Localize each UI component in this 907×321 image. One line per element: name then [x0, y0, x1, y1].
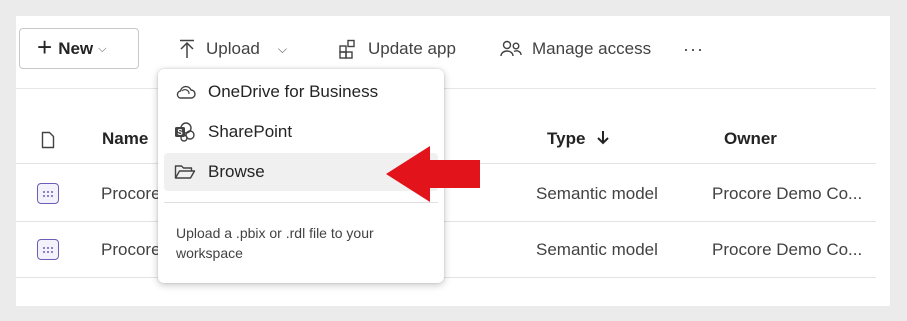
people-icon [500, 40, 522, 57]
column-header-type-label: Type [547, 129, 586, 148]
row-owner: Procore Demo Co... [712, 184, 863, 203]
column-header-type[interactable]: Type [547, 129, 610, 149]
plus-icon: + [37, 32, 53, 62]
upload-icon [180, 39, 194, 58]
chevron-down-icon: ⌵ [98, 43, 107, 55]
red-arrow-annotation [386, 146, 480, 202]
chevron-down-icon: ⌵ [277, 41, 287, 56]
update-app-button[interactable]: Update app [338, 34, 456, 64]
more-icon: ··· [683, 38, 704, 59]
row-name[interactable]: Procore [101, 184, 161, 204]
app-grid-icon [339, 39, 355, 59]
column-header-name[interactable]: Name [102, 129, 148, 149]
menu-item-label: SharePoint [208, 122, 293, 141]
semantic-model-icon [37, 239, 59, 260]
toolbar: + New ⌵ Upload ⌵ Update app Manage acces… [16, 16, 890, 86]
manage-access-button[interactable]: Manage access [500, 34, 651, 64]
column-header-owner[interactable]: Owner [724, 129, 777, 149]
more-options-button[interactable]: ··· [683, 34, 704, 64]
file-type-icon [41, 131, 55, 154]
menu-item-label: Browse [208, 162, 265, 181]
new-button[interactable]: + New ⌵ [19, 28, 139, 69]
sort-descending-icon [597, 131, 609, 145]
row-type: Semantic model [536, 184, 658, 203]
update-app-label: Update app [368, 39, 456, 58]
menu-item-label: OneDrive for Business [208, 82, 379, 101]
menu-item-onedrive[interactable]: OneDrive for Business [164, 73, 438, 111]
svg-text:S: S [177, 128, 183, 137]
new-button-label: New [58, 38, 94, 58]
folder-open-icon [174, 165, 196, 179]
upload-button[interactable]: Upload ⌵ [178, 34, 287, 64]
cloud-icon [176, 85, 196, 99]
workspace-panel: + New ⌵ Upload ⌵ Update app Manage acces… [16, 16, 890, 306]
semantic-model-icon [37, 183, 59, 204]
row-owner: Procore Demo Co... [712, 240, 863, 259]
upload-button-label: Upload [206, 39, 260, 58]
upload-help-text: Upload a .pbix or .rdl file to your work… [176, 225, 374, 261]
manage-access-label: Manage access [532, 39, 652, 58]
table-row[interactable]: Procore Semantic model Procore Demo Co..… [16, 222, 876, 278]
row-name[interactable]: Procore [101, 240, 161, 260]
sharepoint-icon: S [175, 122, 195, 142]
toolbar-divider [16, 88, 876, 89]
row-type: Semantic model [536, 240, 658, 259]
